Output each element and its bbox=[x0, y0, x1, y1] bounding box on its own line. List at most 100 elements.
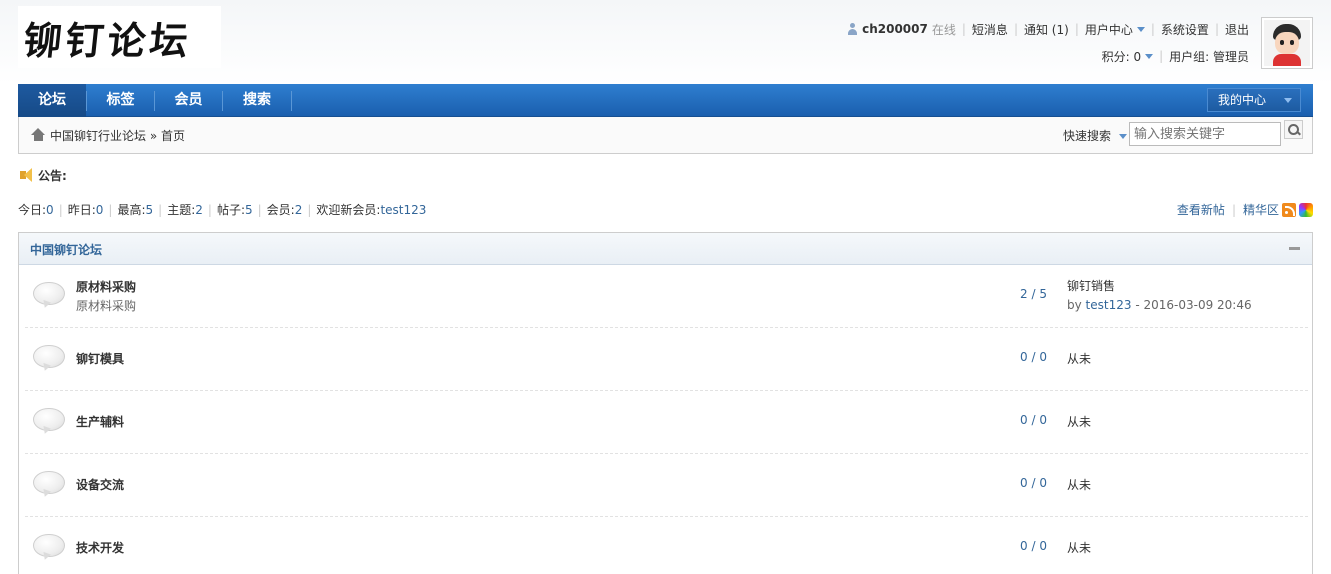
forum-name[interactable]: 铆钉模具 bbox=[76, 350, 124, 367]
forum-description: 原材料采购 bbox=[76, 299, 137, 313]
stat-label: 欢迎新会员: bbox=[316, 203, 381, 217]
announcement-label: 公告: bbox=[38, 168, 67, 183]
forum-last-post-title: 从未 bbox=[1067, 415, 1092, 429]
last-post-time: - 2016-03-09 20:46 bbox=[1135, 298, 1252, 312]
theme-color-icon[interactable] bbox=[1299, 202, 1313, 217]
collapse-icon[interactable] bbox=[1289, 247, 1300, 250]
divider: | bbox=[961, 22, 966, 36]
stat-max: 5 bbox=[145, 203, 154, 217]
last-post-user[interactable]: test123 bbox=[1086, 298, 1132, 312]
divider: | bbox=[1231, 202, 1236, 217]
speech-bubble-icon bbox=[33, 345, 65, 373]
divider: | bbox=[158, 203, 163, 217]
breadcrumb-current[interactable]: 首页 bbox=[161, 129, 185, 143]
stat-label: 会员: bbox=[266, 203, 295, 217]
quick-search-dropdown[interactable]: 快速搜索 bbox=[1063, 127, 1127, 144]
breadcrumb-root[interactable]: 中国铆钉行业论坛 bbox=[50, 129, 146, 143]
forum-row: 原材料采购 原材料采购 2 / 5 铆钉销售 by test123 - 2016… bbox=[25, 265, 1308, 328]
messages-link[interactable]: 短消息 bbox=[972, 21, 1008, 38]
stat-label: 今日: bbox=[18, 203, 47, 217]
new-member-link[interactable]: test123 bbox=[380, 203, 426, 217]
forum-row: 设备交流 0 / 0 从未 bbox=[25, 454, 1308, 517]
nav-divider bbox=[291, 91, 292, 111]
divider: | bbox=[1214, 22, 1219, 36]
stat-members: 2 bbox=[294, 203, 303, 217]
megaphone-icon bbox=[18, 167, 34, 183]
notifications-link[interactable]: 通知 (1) bbox=[1024, 21, 1069, 38]
speech-bubble-icon bbox=[33, 471, 65, 499]
new-posts-link[interactable]: 查看新帖 bbox=[1177, 201, 1225, 218]
my-center-dropdown[interactable]: 我的中心 bbox=[1207, 88, 1301, 112]
user-group: 用户组: 管理员 bbox=[1169, 49, 1249, 64]
last-post-by: by bbox=[1067, 298, 1082, 312]
forum-category-title[interactable]: 中国铆钉论坛 bbox=[30, 241, 102, 258]
forum-category: 中国铆钉论坛 原材料采购 原材料采购 2 / 5 铆钉销售 by test123… bbox=[18, 232, 1313, 574]
forum-name[interactable]: 设备交流 bbox=[76, 476, 124, 493]
quick-search-label: 快速搜索 bbox=[1063, 129, 1112, 143]
forum-last-post-title[interactable]: 铆钉销售 bbox=[1067, 277, 1115, 294]
speech-bubble-icon bbox=[33, 408, 65, 436]
forum-count: 0 / 0 bbox=[1020, 476, 1047, 490]
nav-item-forum[interactable]: 论坛 bbox=[18, 84, 86, 117]
nav-item-members[interactable]: 会员 bbox=[155, 84, 222, 117]
breadcrumb-bar: 中国铆钉行业论坛 » 首页 快速搜索 bbox=[18, 117, 1313, 154]
forum-count: 0 / 0 bbox=[1020, 350, 1047, 364]
stat-posts: 5 bbox=[244, 203, 253, 217]
speech-bubble-icon bbox=[33, 534, 65, 562]
forum-last-post-title: 从未 bbox=[1067, 352, 1092, 366]
chevron-down-icon[interactable] bbox=[1145, 53, 1154, 59]
points-link[interactable]: 积分: 0 bbox=[1102, 48, 1142, 65]
forum-last-post-title: 从未 bbox=[1067, 541, 1092, 555]
forum-category-header: 中国铆钉论坛 bbox=[19, 233, 1312, 265]
chevron-down-icon[interactable] bbox=[1136, 26, 1145, 32]
site-logo-text: 铆钉论坛 bbox=[21, 17, 195, 63]
site-logo[interactable]: 铆钉论坛 bbox=[18, 6, 221, 68]
forum-count: 0 / 0 bbox=[1020, 539, 1047, 553]
quick-links: 查看新帖 | 精华区 bbox=[1177, 201, 1313, 218]
rss-icon[interactable] bbox=[1282, 202, 1296, 217]
announcement: 公告: bbox=[18, 166, 67, 184]
divider: | bbox=[108, 203, 113, 217]
forum-row: 生产辅料 0 / 0 从未 bbox=[25, 391, 1308, 454]
stat-label: 最高: bbox=[117, 203, 146, 217]
stat-today: 0 bbox=[46, 203, 54, 217]
forum-last-post-title: 从未 bbox=[1067, 478, 1092, 492]
settings-link[interactable]: 系统设置 bbox=[1161, 21, 1209, 38]
search-input[interactable] bbox=[1129, 122, 1281, 146]
nav-item-tags[interactable]: 标签 bbox=[87, 84, 154, 117]
divider: | bbox=[307, 203, 312, 217]
breadcrumb: 中国铆钉行业论坛 » 首页 bbox=[50, 127, 185, 144]
my-center-label: 我的中心 bbox=[1218, 93, 1267, 107]
divider: | bbox=[1159, 49, 1164, 63]
divider: | bbox=[207, 203, 212, 217]
search-icon[interactable] bbox=[1284, 120, 1303, 139]
user-bar-secondary: 积分: 0 | 用户组: 管理员 bbox=[1102, 47, 1249, 65]
forum-row: 技术开发 0 / 0 从未 bbox=[25, 517, 1308, 574]
user-bar: ch200007 在线 | 短消息 | 通知 (1) | 用户中心 | 系统设置… bbox=[847, 20, 1249, 38]
logout-link[interactable]: 退出 bbox=[1225, 21, 1249, 38]
stat-label: 帖子: bbox=[216, 203, 245, 217]
user-center-link[interactable]: 用户中心 bbox=[1085, 21, 1133, 38]
chevron-down-icon bbox=[1284, 98, 1292, 103]
divider: | bbox=[1013, 22, 1018, 36]
breadcrumb-separator: » bbox=[149, 129, 158, 143]
home-icon[interactable] bbox=[31, 128, 46, 141]
forum-count: 2 / 5 bbox=[1020, 287, 1047, 301]
digest-link[interactable]: 精华区 bbox=[1243, 201, 1279, 218]
stat-yesterday: 0 bbox=[95, 203, 104, 217]
username-link[interactable]: ch200007 bbox=[862, 22, 928, 36]
forum-name[interactable]: 原材料采购 bbox=[76, 278, 136, 295]
avatar-image bbox=[1264, 20, 1310, 66]
forum-name[interactable]: 技术开发 bbox=[76, 539, 124, 556]
divider: | bbox=[257, 203, 262, 217]
main-nav: 论坛 标签 会员 搜索 我的中心 bbox=[18, 84, 1313, 117]
forum-row: 铆钉模具 0 / 0 从未 bbox=[25, 328, 1308, 391]
nav-item-search[interactable]: 搜索 bbox=[223, 84, 291, 117]
forum-name[interactable]: 生产辅料 bbox=[76, 413, 124, 430]
forum-count: 0 / 0 bbox=[1020, 413, 1047, 427]
speech-bubble-icon bbox=[33, 282, 65, 310]
user-icon bbox=[847, 23, 858, 35]
avatar[interactable] bbox=[1261, 17, 1313, 69]
divider: | bbox=[58, 203, 63, 217]
divider: | bbox=[1074, 22, 1079, 36]
